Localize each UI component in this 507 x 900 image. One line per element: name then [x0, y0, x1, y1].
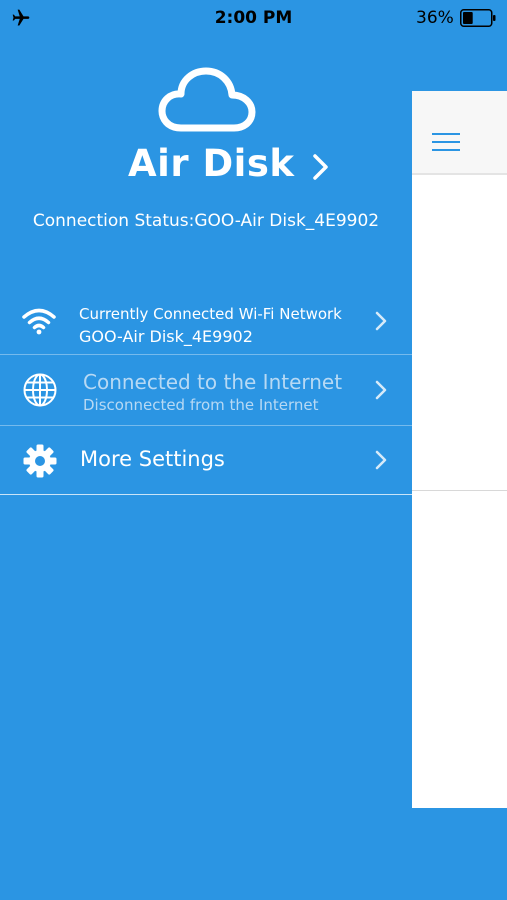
- wifi-row-title: Currently Connected Wi-Fi Network: [79, 305, 342, 323]
- menu-item-wifi-network[interactable]: Currently Connected Wi-Fi Network GOO-Ai…: [0, 292, 412, 355]
- app-title-button[interactable]: Air Disk: [0, 142, 412, 192]
- content-divider: [412, 490, 507, 491]
- hamburger-menu-icon[interactable]: [432, 133, 460, 153]
- battery-percent: 36%: [416, 8, 454, 28]
- connection-status: Connection Status:GOO-Air Disk_4E9902: [32, 211, 380, 231]
- internet-row-title: Connected to the Internet: [83, 370, 343, 394]
- app-title: Air Disk: [128, 142, 295, 185]
- menu-item-internet[interactable]: Connected to the Internet Disconnected f…: [0, 355, 412, 426]
- internet-row-status: Disconnected from the Internet: [83, 396, 319, 414]
- gear-icon: [23, 444, 57, 478]
- cloud-icon: [158, 67, 256, 132]
- status-bar: 2:00 PM 36%: [0, 0, 507, 36]
- chevron-right-icon: [313, 154, 328, 180]
- globe-icon: [23, 373, 57, 407]
- more-settings-label: More Settings: [80, 447, 225, 471]
- chevron-right-icon: [375, 450, 387, 470]
- wifi-row-network-name: GOO-Air Disk_4E9902: [79, 327, 253, 346]
- battery-icon: [460, 9, 496, 27]
- wifi-icon: [22, 308, 56, 335]
- chevron-right-icon: [375, 380, 387, 400]
- main-content-panel[interactable]: [412, 91, 507, 808]
- chevron-right-icon: [375, 311, 387, 331]
- menu-item-more-settings[interactable]: More Settings: [0, 426, 412, 495]
- main-header: [412, 91, 507, 175]
